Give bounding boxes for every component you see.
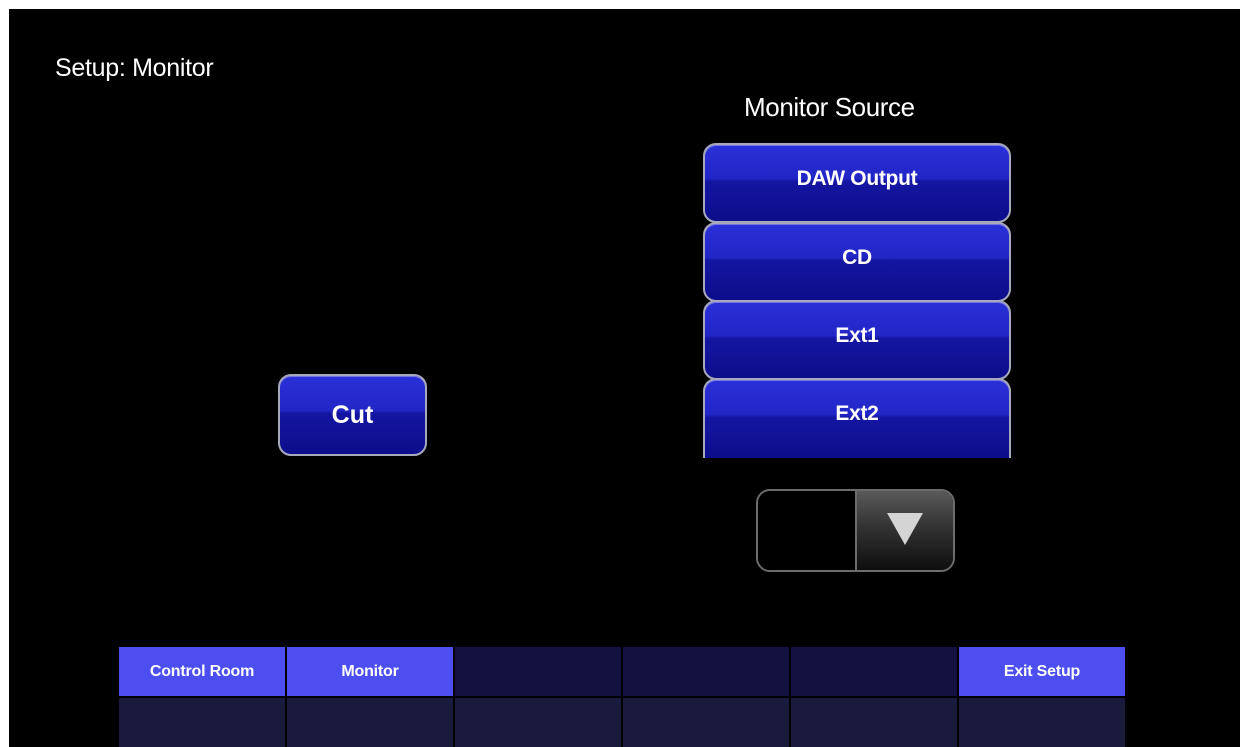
tab-control-room[interactable]: Control Room [119, 647, 285, 696]
tab-row2-cell [119, 698, 285, 747]
tab-monitor[interactable]: Monitor [287, 647, 453, 696]
source-button-label: CD [842, 246, 872, 269]
source-cd-button[interactable]: CD [703, 222, 1011, 302]
source-button-label: Ext1 [835, 324, 879, 347]
triangle-down-icon [887, 513, 923, 545]
setup-tab-bar: Control Room Monitor Exit Setup [119, 647, 1127, 747]
tab-row2-cell [455, 698, 621, 747]
tab-exit-setup[interactable]: Exit Setup [959, 647, 1125, 696]
tab-row2-cell [959, 698, 1125, 747]
source-daw-output-button[interactable]: DAW Output [703, 143, 1011, 223]
cut-button-label: Cut [331, 401, 374, 429]
tab-row2-cell [287, 698, 453, 747]
source-button-label: DAW Output [796, 167, 918, 190]
source-ext1-button[interactable]: Ext1 [703, 300, 1011, 380]
scroll-up-button[interactable] [758, 491, 857, 570]
tab-empty-5[interactable] [791, 647, 957, 696]
tab-row2-cell [791, 698, 957, 747]
setup-monitor-screen: Setup: Monitor Monitor Source DAW Output… [9, 9, 1240, 747]
tab-empty-3[interactable] [455, 647, 621, 696]
monitor-source-title: Monitor Source [744, 92, 915, 122]
source-ext2-button[interactable]: Ext2 [703, 378, 1011, 458]
tab-row2-cell [623, 698, 789, 747]
cut-button[interactable]: Cut [278, 374, 427, 456]
source-button-label: Ext2 [835, 402, 879, 425]
scroll-down-button[interactable] [857, 491, 953, 570]
source-scroll-control [756, 489, 955, 572]
page-title: Setup: Monitor [55, 54, 214, 82]
tab-empty-4[interactable] [623, 647, 789, 696]
